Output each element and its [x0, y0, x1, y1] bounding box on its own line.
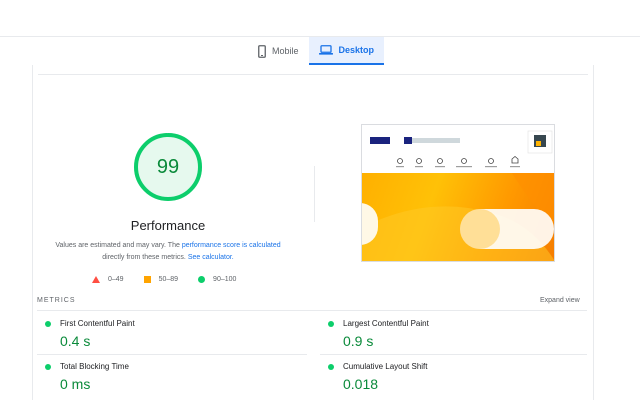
- score-legend: 0–49 50–89 90–100: [92, 274, 256, 284]
- laptop-icon: [318, 45, 333, 55]
- legend-label-pass: 90–100: [213, 275, 237, 283]
- tab-mobile-label: Mobile: [272, 46, 299, 56]
- pass-dot-icon: [45, 320, 51, 327]
- expand-view-toggle[interactable]: Expand view: [540, 297, 580, 304]
- metric-first-contentful-paint: First Contentful Paint 0.4 s: [45, 319, 135, 349]
- metric-name: First Contentful Paint: [60, 319, 135, 328]
- metric-divider: [320, 354, 587, 355]
- tab-mobile[interactable]: Mobile: [248, 37, 309, 65]
- metric-divider: [37, 354, 307, 355]
- metrics-heading: METRICS: [37, 297, 76, 304]
- red-triangle-icon: [92, 275, 100, 283]
- vertical-divider: [314, 166, 315, 222]
- metric-value: 0.018: [343, 376, 379, 392]
- performance-score: 99: [156, 155, 180, 178]
- legend-item-average: 50–89: [143, 275, 179, 283]
- metric-total-blocking-time: Total Blocking Time 0 ms: [45, 362, 129, 392]
- pass-dot-icon: [328, 363, 334, 370]
- metrics-divider: [37, 310, 587, 311]
- phone-icon: [258, 44, 266, 58]
- metric-value: 0.9 s: [343, 333, 374, 349]
- pass-dot-icon: [328, 320, 334, 327]
- metric-cumulative-layout-shift: Cumulative Layout Shift 0.018: [328, 362, 428, 392]
- legend-label-average: 50–89: [158, 275, 179, 283]
- see-calculator-link[interactable]: See calculator.: [188, 254, 234, 261]
- metric-largest-contentful-paint: Largest Contentful Paint 0.9 s: [328, 319, 429, 349]
- page-screenshot[interactable]: [361, 124, 555, 262]
- tab-desktop[interactable]: Desktop: [308, 37, 385, 65]
- metric-name: Largest Contentful Paint: [343, 319, 429, 328]
- note-text-1: Values are estimated and may vary. The: [55, 242, 182, 249]
- pass-dot-icon: [45, 363, 51, 370]
- performance-note: Values are estimated and may vary. The p…: [48, 240, 288, 264]
- note-text-2: directly from these metrics.: [102, 254, 188, 261]
- tab-desktop-label: Desktop: [338, 45, 375, 55]
- legend-label-fail: 0–49: [108, 275, 124, 283]
- metric-name: Cumulative Layout Shift: [343, 362, 428, 371]
- top-bar: [0, 0, 640, 37]
- metric-name: Total Blocking Time: [60, 362, 129, 371]
- metric-value: 0 ms: [60, 376, 91, 392]
- screenshot-hero-banner: [362, 173, 554, 261]
- score-calculated-link[interactable]: performance score is calculated: [182, 242, 281, 249]
- legend-item-fail: 0–49: [92, 275, 124, 283]
- screenshot-nav: [362, 125, 554, 173]
- performance-title: Performance: [130, 218, 206, 233]
- orange-square-icon: [143, 275, 151, 283]
- legend-item-pass: 90–100: [198, 275, 237, 283]
- divider: [38, 74, 588, 75]
- metric-value: 0.4 s: [60, 333, 91, 349]
- green-circle-icon: [198, 275, 206, 283]
- device-tabs: Mobile Desktop: [248, 37, 385, 65]
